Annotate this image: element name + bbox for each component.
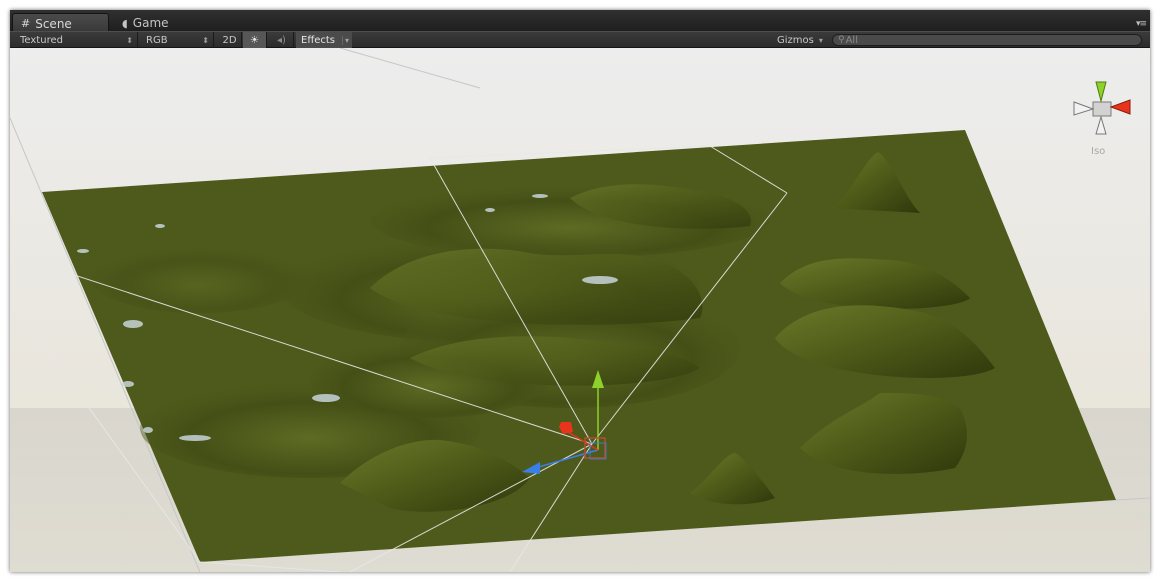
tab-scene-label: Scene — [35, 16, 72, 31]
render-mode-dropdown[interactable]: Textured — [10, 32, 138, 48]
grid-icon: # — [21, 17, 31, 30]
2d-toggle-label: 2D — [222, 34, 237, 46]
hierarchy-search-input[interactable]: ⚲ All — [832, 34, 1142, 46]
color-mode-value: RGB — [146, 34, 168, 46]
scene-audio-button[interactable]: ◂) — [270, 32, 294, 48]
scene-lighting-button[interactable]: ☀ — [243, 32, 267, 48]
scene-toolbar: Textured RGB 2D ☀ ◂) Effects ▾ Gizmos ▾ … — [10, 31, 1150, 48]
2d-toggle-button[interactable]: 2D — [218, 32, 242, 48]
tab-game-label: Game — [132, 16, 169, 30]
tab-bar: # Scene ◖ Game ▾≡ — [10, 10, 1150, 31]
effects-dropdown[interactable]: Effects ▾ — [296, 32, 352, 48]
scene-view-window: # Scene ◖ Game ▾≡ Textured RGB 2D ☀ ◂) E… — [10, 10, 1150, 572]
render-mode-value: Textured — [20, 34, 63, 46]
sun-icon: ☀ — [250, 34, 259, 46]
panel-menu-icon[interactable]: ▾≡ — [1136, 19, 1147, 29]
projection-label[interactable]: Iso — [1091, 146, 1105, 157]
tab-scene[interactable]: # Scene — [12, 13, 109, 31]
search-icon: ⚲ — [838, 35, 845, 45]
search-placeholder: All — [845, 34, 858, 46]
effects-label: Effects — [301, 34, 335, 46]
pacman-icon: ◖ — [122, 16, 128, 30]
speaker-icon: ◂) — [277, 34, 286, 46]
gizmos-label: Gizmos — [777, 34, 814, 46]
color-mode-dropdown[interactable]: RGB — [138, 32, 214, 48]
gizmos-dropdown[interactable]: Gizmos ▾ — [773, 32, 829, 48]
scene-canvas[interactable] — [10, 48, 1150, 572]
scene-viewport[interactable]: Iso — [10, 48, 1150, 572]
tab-game[interactable]: ◖ Game — [114, 13, 177, 31]
chevron-down-icon: ▾ — [341, 35, 349, 45]
chevron-down-icon: ▾ — [818, 35, 823, 45]
